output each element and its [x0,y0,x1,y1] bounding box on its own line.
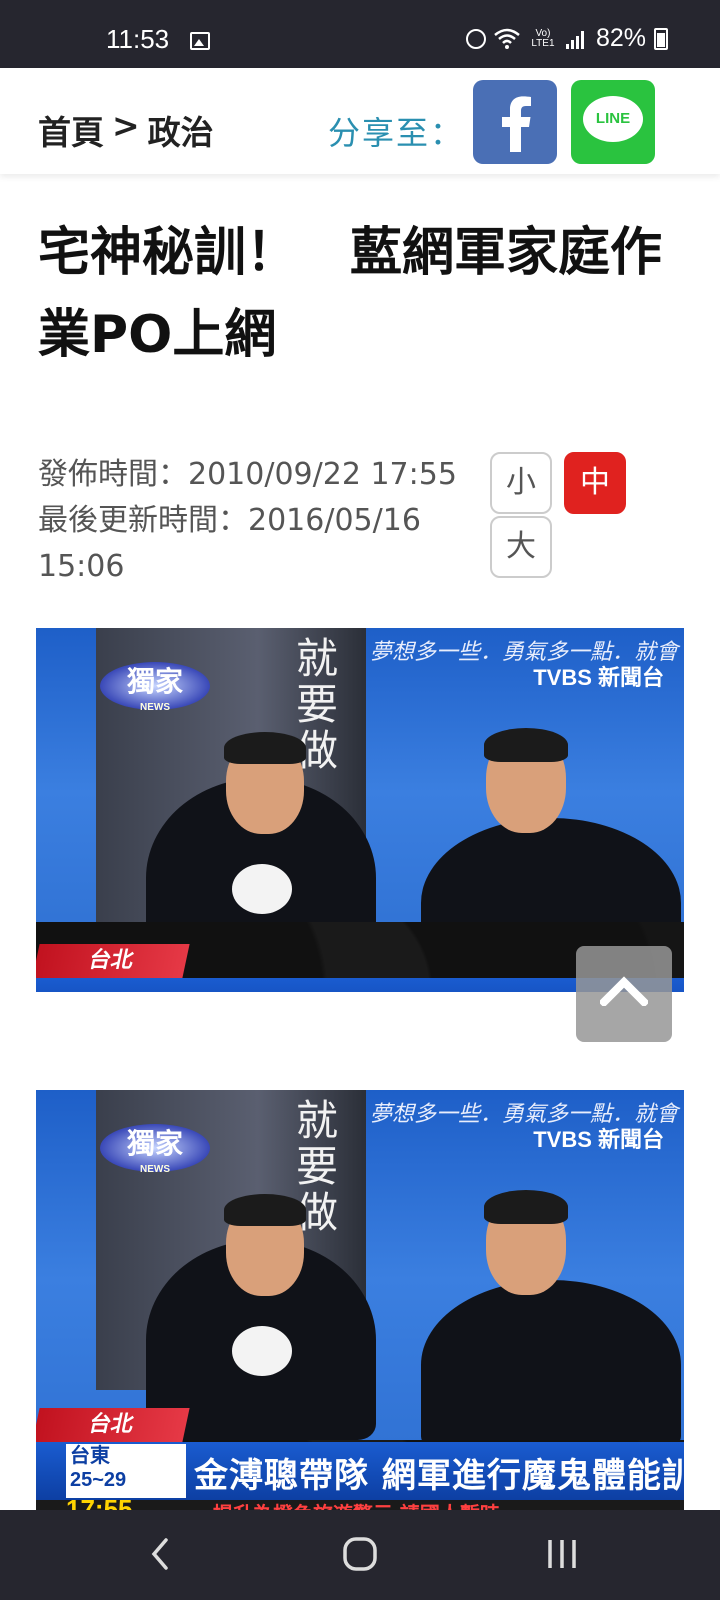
battery-icon [654,27,668,50]
exclusive-text: 獨家 [126,665,183,698]
skull-logo [232,1326,292,1376]
breadcrumb-home[interactable]: 首頁 [38,106,104,154]
person-right [421,1280,681,1450]
skull-logo [232,864,292,914]
exclusive-sub: NEWS [140,1164,170,1175]
published-time: 發佈時間：2010/09/22 17:55 [38,457,457,492]
updated-time: 最後更新時間：2016/05/16 15:06 [38,503,421,584]
breadcrumb: 首頁 > 政治 [38,106,214,154]
home-icon[interactable] [340,1532,380,1576]
line-share-button[interactable]: LINE [571,80,655,164]
article-image: 就要做 夢想多一些．勇氣多一點．就會 TVBS 新聞台 獨家 NEWS 台北 台… [36,1090,684,1510]
ticker-time: 17:55 [66,1494,133,1510]
headline-text: 金溥聰帶隊 網軍進行魔鬼體能訓練 [194,1456,684,1496]
weather-city: 台東 [70,1445,110,1467]
news-ticker: 17:55 ‧提升為橙色旅遊警示‧請國人暫時 [36,1494,684,1510]
headline-bar: 台東 25~29 金溥聰帶隊 網軍進行魔鬼體能訓練 [36,1442,684,1500]
person-left-hair [224,1194,306,1226]
site-header: 首頁 > 政治 分享至： LINE [0,68,720,174]
chevron-up-icon [600,976,648,1006]
share-label: 分享至： [328,114,465,152]
location-tag: 台北 [36,944,190,978]
status-bar: 11:53 Vo) LTE1 82% [0,0,720,68]
status-time: 11:53 [106,24,170,54]
font-size-medium-button[interactable]: 中 [564,452,626,514]
facebook-share-button[interactable] [473,80,557,164]
exclusive-badge: 獨家 NEWS [100,1124,210,1175]
weather-box: 台東 25~29 [66,1444,186,1498]
article-meta: 發佈時間：2010/09/22 17:55 最後更新時間：2016/05/16 … [38,452,478,590]
image-icon [190,32,210,50]
person-right-hair [484,1190,568,1224]
exclusive-sub: NEWS [140,702,170,713]
article-image: 就要做 夢想多一些．勇氣多一點．就會 TVBS 新聞台 獨家 NEWS 台北 [36,628,684,992]
font-size-large-button[interactable]: 大 [490,516,552,578]
recent-apps-icon[interactable] [544,1534,580,1574]
volte-icon: Vo) LTE1 [531,27,555,49]
exclusive-text: 獨家 [126,1127,183,1160]
signal-icon [565,29,588,49]
person-left-hair [224,732,306,764]
line-label: LINE [595,110,631,127]
status-indicators: Vo) LTE1 82% [465,24,668,53]
back-to-top-button[interactable] [576,946,672,1042]
alarm-icon [465,28,486,49]
back-icon[interactable] [140,1530,180,1578]
exclusive-badge: 獨家 NEWS [100,662,210,713]
ticker-text: ‧提升為橙色旅遊警示‧請國人暫時 [206,1498,500,1510]
system-nav-bar [0,1510,720,1600]
facebook-icon [502,96,531,152]
font-size-selector: 小 中 大 [490,452,630,582]
channel-logo: TVBS 新聞台 [533,665,664,690]
wifi-icon [494,28,520,49]
location-tag: 台北 [36,1408,190,1442]
channel-logo: TVBS 新聞台 [533,1127,664,1152]
weather-temp: 25~29 [70,1469,127,1491]
battery-percent: 82% [595,24,646,52]
font-size-small-button[interactable]: 小 [490,452,552,514]
breadcrumb-section[interactable]: 政治 [148,106,214,154]
breadcrumb-separator: > [112,106,140,145]
article-title: 宅神秘訓！ 藍網軍家庭作業PO上網 [38,223,663,365]
person-right-hair [484,728,568,762]
